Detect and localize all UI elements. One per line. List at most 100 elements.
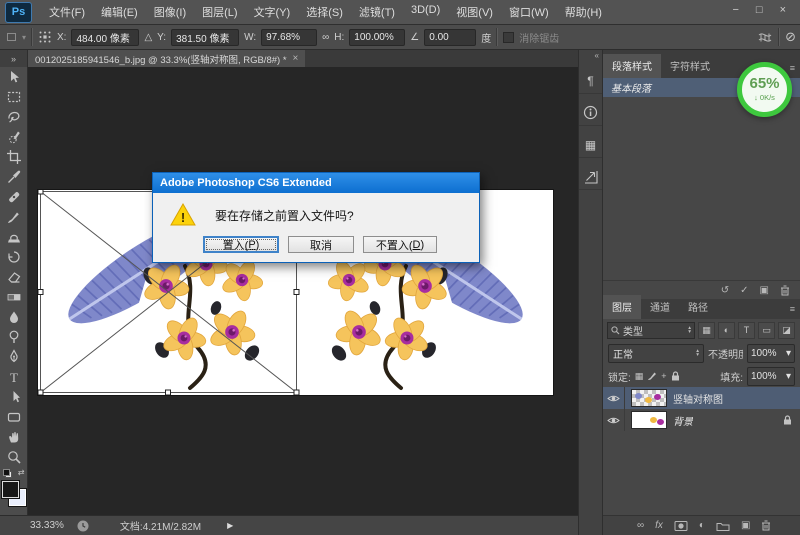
layer-name[interactable]: 背景: [673, 413, 693, 428]
menu-select[interactable]: 选择(S): [299, 1, 350, 23]
layer-style-icon[interactable]: fx: [655, 520, 663, 531]
menu-file[interactable]: 文件(F): [42, 1, 92, 23]
close-button[interactable]: ×: [780, 4, 786, 16]
filter-pixel-icon[interactable]: ▦: [698, 322, 715, 339]
fill-value-field[interactable]: 100% ▾: [747, 367, 795, 386]
brush-tool[interactable]: [0, 207, 28, 227]
cancel-transform-button[interactable]: ⊘: [785, 29, 796, 45]
redefine-style-icon[interactable]: ↺: [721, 285, 729, 296]
eyedropper-tool[interactable]: [0, 167, 28, 187]
tab-channels[interactable]: 通道: [641, 295, 679, 319]
panel-menu-icon[interactable]: ≡: [790, 304, 795, 314]
tool-preset-picker[interactable]: ▾: [6, 31, 26, 43]
rectangle-tool[interactable]: [0, 407, 28, 427]
spot-healing-brush-tool[interactable]: [0, 187, 28, 207]
panel-menu-icon[interactable]: ≡: [790, 63, 795, 73]
lock-paint-icon[interactable]: [647, 371, 657, 381]
lock-all-icon[interactable]: [671, 371, 680, 381]
download-speed-badge[interactable]: 65% ↓ 0K/s: [737, 62, 792, 117]
path-selection-tool[interactable]: [0, 387, 28, 407]
new-group-icon[interactable]: [716, 520, 730, 532]
pen-tool[interactable]: [0, 347, 28, 367]
reference-point-icon[interactable]: [38, 30, 52, 44]
relative-position-toggle[interactable]: △: [144, 32, 152, 43]
tab-character-styles[interactable]: 字符样式: [661, 54, 719, 78]
antialias-checkbox[interactable]: [503, 32, 514, 43]
opacity-value-field[interactable]: 100% ▾: [747, 344, 795, 363]
tab-close-icon[interactable]: ×: [293, 53, 299, 64]
layer-row-symmetry[interactable]: 竖轴对称图: [603, 387, 800, 409]
blend-mode-select[interactable]: 正常 ▴▾: [608, 344, 704, 363]
info-panel-button[interactable]: [579, 100, 602, 126]
height-value-field[interactable]: 100.00%: [349, 29, 405, 46]
type-tool[interactable]: T: [0, 367, 28, 387]
x-value-field[interactable]: 484.00 像素: [71, 29, 139, 46]
expand-panels-icon[interactable]: «: [579, 50, 602, 62]
blur-tool[interactable]: [0, 307, 28, 327]
lock-transparency-icon[interactable]: ▦: [635, 371, 644, 382]
swap-colors-icon[interactable]: ⇄: [18, 468, 25, 477]
default-colors-icon[interactable]: [3, 469, 12, 478]
new-style-icon[interactable]: ▣: [760, 285, 769, 296]
link-dimensions-icon[interactable]: ∞: [322, 32, 329, 43]
y-value-field[interactable]: 381.50 像素: [171, 29, 239, 46]
new-layer-icon[interactable]: ▣: [741, 520, 750, 531]
menu-view[interactable]: 视图(V): [449, 1, 500, 23]
minimize-button[interactable]: −: [732, 4, 738, 16]
tab-paths[interactable]: 路径: [679, 295, 717, 319]
layer-row-background[interactable]: 背景: [603, 409, 800, 431]
canvas-area[interactable]: [28, 67, 578, 515]
menu-edit[interactable]: 编辑(E): [94, 1, 145, 23]
history-brush-tool[interactable]: [0, 247, 28, 267]
tab-layers[interactable]: 图层: [603, 295, 641, 319]
clone-stamp-tool[interactable]: [0, 227, 28, 247]
angle-value-field[interactable]: 0.00: [424, 29, 476, 46]
hand-tool[interactable]: [0, 427, 28, 447]
filter-shape-icon[interactable]: ▭: [758, 322, 775, 339]
marquee-tool[interactable]: [0, 87, 28, 107]
zoom-tool[interactable]: [0, 447, 28, 467]
warp-mode-icon[interactable]: [757, 30, 773, 44]
menu-image[interactable]: 图像(I): [147, 1, 193, 23]
layer-name[interactable]: 竖轴对称图: [673, 391, 723, 406]
menu-window[interactable]: 窗口(W): [502, 1, 556, 23]
menu-layer[interactable]: 图层(L): [195, 1, 244, 23]
clear-override-icon[interactable]: ✓: [740, 285, 748, 296]
crop-tool[interactable]: [0, 147, 28, 167]
foreground-color-swatch[interactable]: [2, 481, 19, 498]
toolbar-collapse-icon[interactable]: »: [0, 50, 28, 67]
delete-layer-icon[interactable]: [761, 520, 771, 531]
menu-filter[interactable]: 滤镜(T): [352, 1, 402, 23]
adjustment-layer-icon[interactable]: ◐: [699, 520, 705, 531]
measure-panel-button[interactable]: [579, 164, 602, 190]
move-tool[interactable]: [0, 67, 28, 87]
filter-smart-object-icon[interactable]: ◪: [778, 322, 795, 339]
lock-position-icon[interactable]: +: [661, 371, 666, 381]
width-value-field[interactable]: 97.68%: [261, 29, 317, 46]
maximize-button[interactable]: □: [756, 4, 763, 16]
menu-3d[interactable]: 3D(D): [404, 1, 447, 23]
document-tab[interactable]: 0012025185941546_b.jpg @ 33.3%(竖轴对称图, RG…: [28, 50, 305, 67]
menu-help[interactable]: 帮助(H): [558, 1, 609, 23]
filter-adjustment-icon[interactable]: ◐: [718, 322, 735, 339]
layer-thumbnail[interactable]: [631, 411, 667, 429]
layer-thumbnail[interactable]: [631, 389, 667, 407]
status-menu-arrow[interactable]: ▶: [227, 521, 233, 530]
gradient-tool[interactable]: [0, 287, 28, 307]
link-layers-icon[interactable]: ∞: [637, 520, 644, 531]
delete-style-icon[interactable]: [780, 285, 790, 296]
visibility-toggle[interactable]: [603, 387, 625, 409]
dont-place-button[interactable]: 不置入(D): [363, 236, 437, 253]
zoom-level[interactable]: 33.33%: [30, 520, 64, 531]
eraser-tool[interactable]: [0, 267, 28, 287]
cancel-button[interactable]: 取消: [288, 236, 354, 253]
visibility-toggle[interactable]: [603, 409, 625, 431]
document-info[interactable]: 文档:4.21M/2.82M: [120, 518, 201, 533]
place-button[interactable]: 置入(P): [203, 236, 279, 253]
menu-type[interactable]: 文字(Y): [247, 1, 298, 23]
layer-mask-icon[interactable]: [674, 520, 688, 532]
layer-filter-type-select[interactable]: 类型 ▴▾: [607, 322, 695, 339]
dodge-tool[interactable]: [0, 327, 28, 347]
swatches-panel-button[interactable]: ▦: [579, 132, 602, 158]
tab-paragraph-styles[interactable]: 段落样式: [603, 54, 661, 78]
